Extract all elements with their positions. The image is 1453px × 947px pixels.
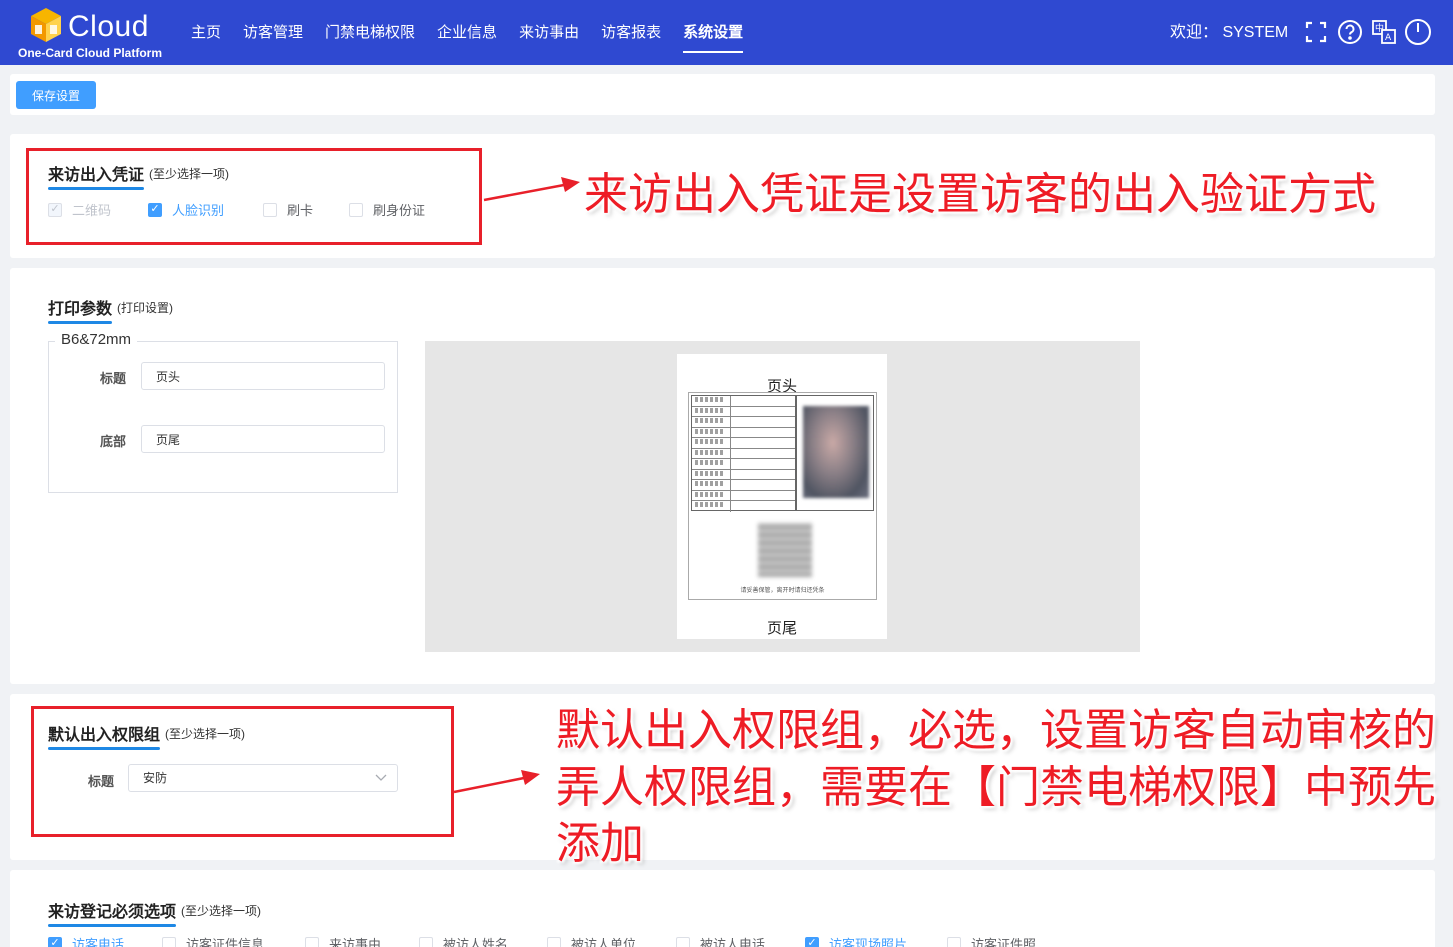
main-nav: 主页 访客管理 门禁电梯权限 企业信息 来访事由 访客报表 系统设置 [180,0,754,65]
nav-visitor-reports[interactable]: 访客报表 [590,0,672,65]
paper-size-legend: B6&72mm [55,331,138,348]
nav-company-info[interactable]: 企业信息 [426,0,508,65]
top-navbar: Cloud One-Card Cloud Platform 主页 访客管理 门禁… [0,0,1453,65]
header-text-input[interactable] [141,362,385,390]
reg-option-visit-reason[interactable]: 来访事由 [305,934,381,947]
reg-option-host-unit[interactable]: 被访人单位 [547,934,636,947]
preview-qrcode [758,523,812,577]
checkbox-icon [162,936,176,947]
footer-field-label: 底部 [100,434,127,449]
credential-annotation: 来访出入凭证是设置访客的出入验证方式 [584,169,1376,220]
welcome-text: 欢迎： SYSTEM [1170,24,1289,41]
nav-access-elevator[interactable]: 门禁电梯权限 [314,0,426,65]
preview-note: 请妥善保管，离开时请归还凭条 [740,588,825,594]
permission-annotation-line2: 弄人权限组，需要在【门禁电梯权限】中预先 [556,762,1436,813]
help-icon[interactable] [1336,18,1364,46]
nav-visit-reasons[interactable]: 来访事由 [508,0,590,65]
checkbox-icon [305,936,319,947]
credential-arrow-icon [483,177,580,202]
preview-info-table [691,395,796,512]
nav-system-settings[interactable]: 系统设置 [672,0,754,65]
cube-logo-icon [31,8,61,42]
registration-hint: (至少选择一项) [181,904,261,918]
language-icon[interactable]: 中 A [1370,18,1398,46]
checkbox-icon: ✓ [805,936,819,947]
logo[interactable]: Cloud One-Card Cloud Platform [14,4,174,62]
permission-arrow-icon [453,770,540,794]
reg-option-host-phone[interactable]: 被访人电话 [676,934,765,947]
reg-option-visitor-id-info[interactable]: 访客证件信息 [162,934,264,947]
brand-name: Cloud [68,10,149,43]
print-preview-area: 页头 请妥善保管，离开时请归还凭条 页尾 [425,341,1140,652]
reg-option-host-name[interactable]: 被访人姓名 [419,934,508,947]
preview-footer-text: 页尾 [766,620,797,637]
reg-option-visitor-phone[interactable]: ✓ 访客电话 [48,934,124,947]
print-panel: 打印参数 (打印设置) B6&72mm 标题 底部 页头 [10,268,1435,684]
permission-annotation-line1: 默认出入权限组，必选，设置访客自动审核的 [556,705,1436,756]
print-title: 打印参数 [48,295,113,324]
fullscreen-icon[interactable] [1302,18,1330,46]
brand-subtitle: One-Card Cloud Platform [18,46,163,60]
registration-panel: 来访登记必须选项 (至少选择一项) ✓ 访客电话 访客证件信息 来访事由 被访人… [10,870,1435,947]
nav-visitor-management[interactable]: 访客管理 [232,0,314,65]
preview-card: 请妥善保管，离开时请归还凭条 [688,392,877,600]
checkbox-icon: ✓ [48,936,62,947]
checkbox-icon [676,936,690,947]
footer-text-input[interactable] [141,425,385,453]
checkbox-icon [419,936,433,947]
save-button[interactable]: 保存设置 [16,81,96,109]
permission-highlight-box [31,706,454,837]
svg-text:A: A [1385,33,1392,43]
permission-annotation-line3: 添加 [556,818,644,869]
print-preview-paper: 页头 请妥善保管，离开时请归还凭条 页尾 [677,354,887,639]
print-hint: (打印设置) [117,301,173,315]
checkbox-icon [547,936,561,947]
credential-highlight-box [26,148,482,245]
registration-title: 来访登记必须选项 [48,898,177,927]
toolbar-panel: 保存设置 [10,74,1435,115]
power-icon[interactable] [1404,18,1432,46]
checkbox-icon [947,936,961,947]
preview-photo [796,395,874,511]
nav-home[interactable]: 主页 [180,0,232,65]
reg-option-visitor-id-photo[interactable]: 访客证件照 [947,934,1036,947]
header-field-label: 标题 [100,371,127,386]
reg-option-visitor-photo[interactable]: ✓ 访客现场照片 [805,934,907,947]
